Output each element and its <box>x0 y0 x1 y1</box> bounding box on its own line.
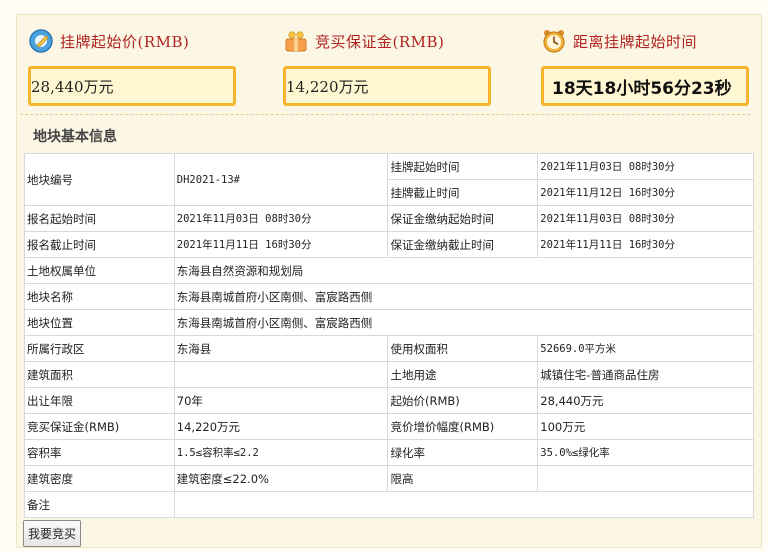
table-row: 地块名称 东海县南城首府小区南侧、富宸路西侧 <box>24 283 755 310</box>
owner-value: 东海县自然资源和规划局 <box>173 257 755 284</box>
green-value: 35.0%≤绿化率 <box>537 439 754 466</box>
remark-label: 备注 <box>24 491 175 518</box>
density-value: 建筑密度≤22.0% <box>173 465 389 492</box>
build-area-value <box>173 361 389 388</box>
parcel-no-label: 地块编号 <box>24 153 175 206</box>
deposit-end-label: 保证金缴纳截止时间 <box>387 231 539 258</box>
deposit-start-value: 2021年11月03日 08时30分 <box>537 205 754 232</box>
use-area-value: 52669.0平方米 <box>537 335 754 362</box>
listing-start-value: 2021年11月03日 08时30分 <box>537 153 754 180</box>
table-row: 出让年限 70年 起始价(RMB) 28,440万元 <box>24 387 754 414</box>
reg-start-label: 报名起始时间 <box>24 205 175 232</box>
listing-start-label: 挂牌起始时间 <box>387 153 539 180</box>
section-divider <box>20 114 750 115</box>
price-tag-icon <box>28 28 54 54</box>
reg-end-value: 2021年11月11日 16时30分 <box>173 231 389 258</box>
table-row: 报名起始时间 2021年11月03日 08时30分 保证金缴纳起始时间 2021… <box>24 205 754 232</box>
green-label: 绿化率 <box>387 439 539 466</box>
deposit-stat: 竞买保证金(RMB) 14,220万元 <box>283 26 491 106</box>
bid-button[interactable]: 我要竞买 <box>23 520 81 547</box>
deposit-label: 竞买保证金(RMB) <box>315 32 445 51</box>
parcel-no-value: DH2021-13# <box>173 153 389 206</box>
listing-end-value: 2021年11月12日 16时30分 <box>537 179 754 206</box>
parcel-name-label: 地块名称 <box>24 283 175 310</box>
alarm-clock-icon <box>541 28 567 54</box>
build-area-label: 建筑面积 <box>24 361 175 388</box>
table-row: 容积率 1.5≤容积率≤2.2 绿化率 35.0%≤绿化率 <box>24 439 754 466</box>
height-limit-label: 限高 <box>387 465 539 492</box>
countdown-stat: 距离挂牌起始时间 18天18小时56分23秒 <box>541 26 749 106</box>
term-value: 70年 <box>173 387 389 414</box>
start-price-row-value: 28,440万元 <box>537 387 754 414</box>
parcel-info-table: 地块编号 DH2021-13# 挂牌起始时间 2021年11月03日 08时30… <box>24 153 755 518</box>
district-value: 东海县 <box>173 335 389 362</box>
increment-label: 竞价增价幅度(RMB) <box>387 413 539 440</box>
far-label: 容积率 <box>24 439 175 466</box>
table-row: 竞买保证金(RMB) 14,220万元 竞价增价幅度(RMB) 100万元 <box>24 413 754 440</box>
parcel-name-value: 东海县南城首府小区南侧、富宸路西侧 <box>173 283 755 310</box>
land-use-label: 土地用途 <box>387 361 539 388</box>
listing-end-label: 挂牌截止时间 <box>387 179 539 206</box>
height-limit-value <box>537 465 754 492</box>
location-value: 东海县南城首府小区南侧、富宸路西侧 <box>173 309 755 336</box>
start-price-value: 28,440万元 <box>28 66 236 106</box>
deposit-end-value: 2021年11月11日 16时30分 <box>537 231 754 258</box>
term-label: 出让年限 <box>24 387 175 414</box>
start-price-label: 挂牌起始价(RMB) <box>60 32 190 51</box>
reg-end-label: 报名截止时间 <box>24 231 175 258</box>
location-label: 地块位置 <box>24 309 175 336</box>
table-row: 备注 <box>24 491 755 518</box>
deposit-row-value: 14,220万元 <box>173 413 389 440</box>
start-price-stat: 挂牌起始价(RMB) 28,440万元 <box>28 26 236 106</box>
table-row: 报名截止时间 2021年11月11日 16时30分 保证金缴纳截止时间 2021… <box>24 231 754 258</box>
land-use-value: 城镇住宅-普通商品住房 <box>537 361 754 388</box>
table-row: 地块编号 DH2021-13# 挂牌起始时间 2021年11月03日 08时30… <box>24 153 754 206</box>
deposit-value: 14,220万元 <box>283 66 491 106</box>
gift-coins-icon <box>283 28 309 54</box>
section-title: 地块基本信息 <box>33 129 117 145</box>
far-value: 1.5≤容积率≤2.2 <box>173 439 389 466</box>
remark-value <box>173 491 755 518</box>
start-price-row-label: 起始价(RMB) <box>387 387 539 414</box>
deposit-start-label: 保证金缴纳起始时间 <box>387 205 539 232</box>
use-area-label: 使用权面积 <box>387 335 539 362</box>
reg-start-value: 2021年11月03日 08时30分 <box>173 205 389 232</box>
density-label: 建筑密度 <box>24 465 175 492</box>
table-row: 建筑面积 土地用途 城镇住宅-普通商品住房 <box>24 361 754 388</box>
deposit-row-label: 竞买保证金(RMB) <box>24 413 175 440</box>
district-label: 所属行政区 <box>24 335 175 362</box>
table-row: 建筑密度 建筑密度≤22.0% 限高 <box>24 465 754 492</box>
increment-value: 100万元 <box>537 413 754 440</box>
table-row: 所属行政区 东海县 使用权面积 52669.0平方米 <box>24 335 754 362</box>
table-row: 土地权属单位 东海县自然资源和规划局 <box>24 257 755 284</box>
owner-label: 土地权属单位 <box>24 257 175 284</box>
countdown-label: 距离挂牌起始时间 <box>573 32 698 51</box>
countdown-value: 18天18小时56分23秒 <box>541 66 749 106</box>
table-row: 地块位置 东海县南城首府小区南侧、富宸路西侧 <box>24 309 755 336</box>
